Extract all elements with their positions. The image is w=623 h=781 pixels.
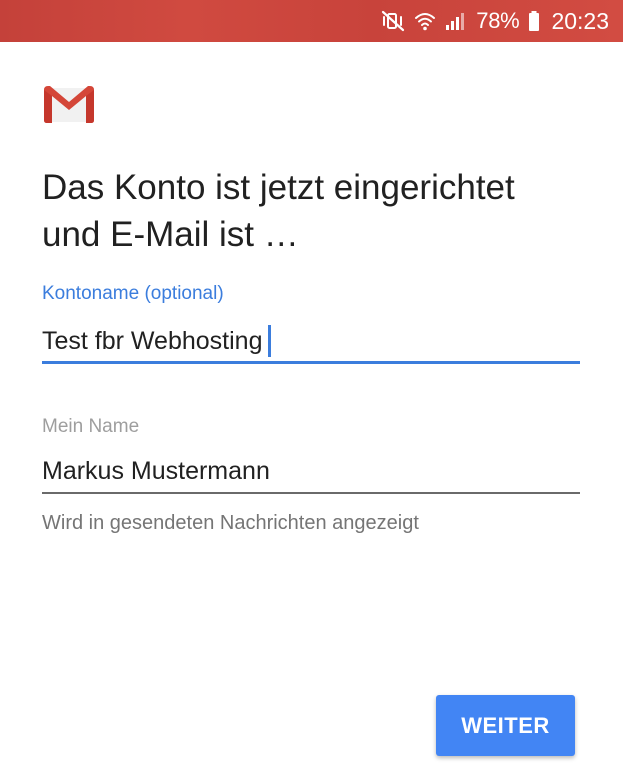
battery-percent: 78% [476, 8, 520, 33]
clock: 20:23 [551, 7, 609, 34]
gmail-logo [42, 84, 96, 124]
your-name-underline [42, 492, 580, 494]
text-cursor [268, 325, 272, 357]
wifi-icon [414, 10, 436, 32]
your-name-input[interactable]: Markus Mustermann [42, 454, 580, 488]
account-name-input[interactable]: Test fbr Webhosting [42, 322, 580, 360]
your-name-helper-text: Wird in gesendeten Nachrichten angezeigt [42, 512, 419, 534]
status-bar: 78% 20:23 [0, 0, 623, 42]
your-name-value: Markus Mustermann [42, 457, 270, 485]
mute-vibrate-icon [381, 10, 405, 32]
status-icons: 78% 20:23 [381, 0, 609, 42]
account-name-field[interactable]: Kontoname (optional) Test fbr Webhosting [42, 283, 580, 364]
page-title: Das Konto ist jetzt eingerichtet und E-M… [42, 168, 515, 254]
your-name-field[interactable]: Mein Name Markus Mustermann [42, 416, 580, 494]
signal-icon [445, 10, 467, 32]
your-name-label: Mein Name [42, 416, 140, 437]
account-name-value: Test fbr Webhosting [42, 327, 263, 355]
account-name-underline [42, 361, 580, 364]
next-button[interactable]: WEITER [436, 695, 575, 756]
account-name-label: Kontoname (optional) [42, 283, 224, 304]
battery-icon [528, 10, 540, 32]
